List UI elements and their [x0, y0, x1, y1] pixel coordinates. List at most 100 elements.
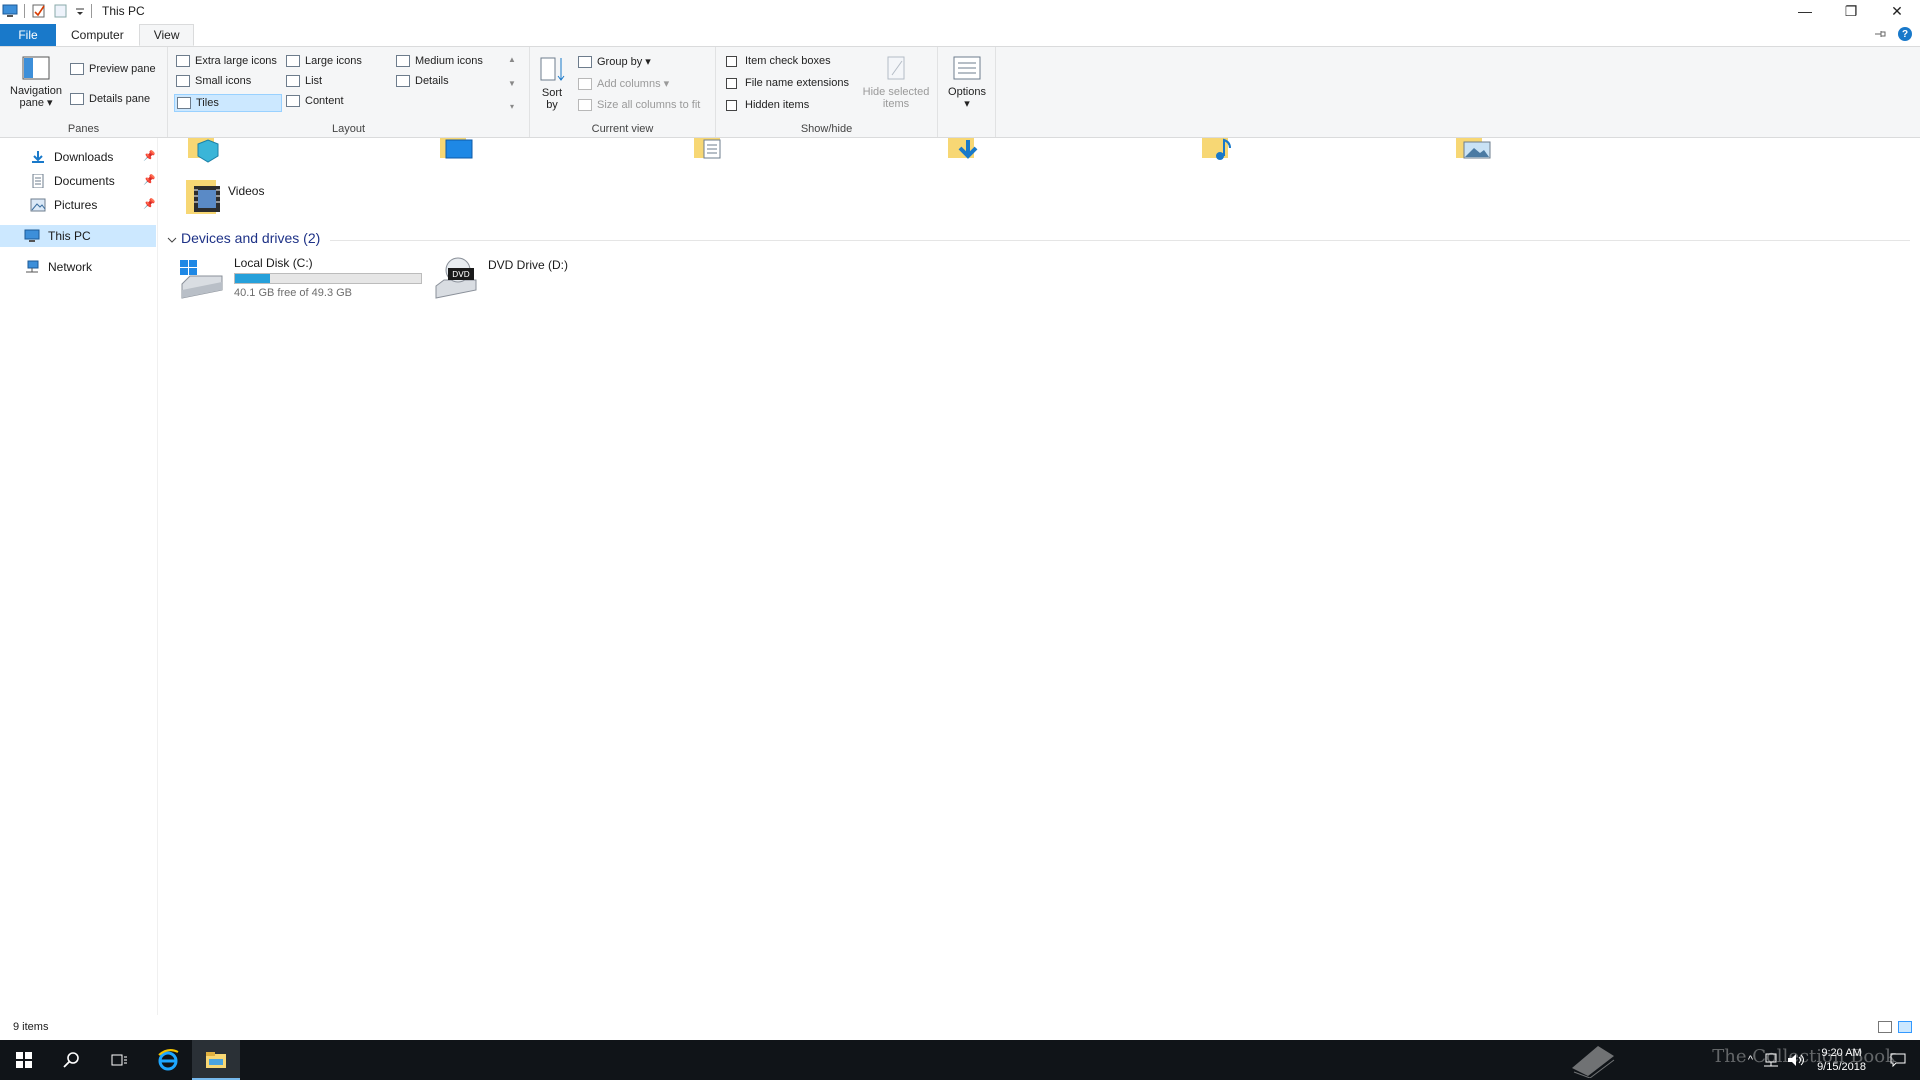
content-area: Videos Devices and drives (2) Local Disk…	[160, 138, 1920, 1015]
options-label: Options	[948, 86, 986, 98]
minimize-button[interactable]: —	[1782, 0, 1828, 22]
search-button[interactable]	[48, 1040, 96, 1080]
large-icons-view-icon[interactable]	[1898, 1021, 1912, 1033]
nav-item-pictures[interactable]: Pictures	[30, 194, 97, 216]
extra-large-icons-icon	[176, 55, 190, 67]
file-explorer-button[interactable]	[192, 1040, 240, 1080]
music-folder-icon[interactable]	[1200, 138, 1240, 164]
watermark-text: The Collection Book	[1712, 1046, 1896, 1067]
current-view-group: Sort by Group by ▾ Add columns ▾ Size al…	[530, 47, 716, 137]
this-pc-icon	[24, 229, 40, 242]
options-button[interactable]: Options ▾	[942, 55, 992, 110]
nav-item-documents[interactable]: Documents	[30, 170, 115, 192]
file-name-extensions-toggle[interactable]: File name extensions	[726, 77, 849, 89]
documents-folder-icon[interactable]	[692, 138, 732, 164]
help-icon[interactable]: ?	[1898, 27, 1912, 41]
preview-pane-label: Preview pane	[89, 63, 156, 75]
layout-content[interactable]: Content	[286, 95, 344, 107]
layout-details[interactable]: Details	[396, 75, 449, 87]
drive-c-usage-bar	[234, 273, 422, 284]
downloads-icon	[32, 151, 44, 163]
layout-medium-icons[interactable]: Medium icons	[396, 55, 483, 67]
small-icons-icon	[176, 75, 190, 87]
add-columns-button[interactable]: Add columns ▾	[578, 77, 669, 90]
layout-group-label: Layout	[331, 123, 366, 135]
nav-item-downloads[interactable]: Downloads	[30, 146, 113, 168]
properties-icon[interactable]	[31, 3, 47, 19]
preview-pane-button[interactable]: Preview pane	[70, 63, 156, 75]
scroll-up-icon[interactable]: ▲	[508, 55, 516, 64]
hidden-items-checkbox[interactable]	[726, 99, 737, 111]
details-view-icon[interactable]	[1878, 1021, 1892, 1033]
layout-tiles[interactable]: Tiles	[174, 94, 282, 112]
pin-icon[interactable]: 📌	[143, 199, 155, 210]
drive-c-usage-fill	[235, 274, 270, 283]
drive-c-name: Local Disk (C:)	[234, 256, 313, 270]
item-check-boxes-toggle[interactable]: Item check boxes	[726, 55, 831, 67]
toolbar-divider	[24, 4, 25, 18]
this-pc-icon[interactable]	[2, 3, 18, 19]
ribbon-extras: ?	[1874, 27, 1912, 41]
internet-explorer-icon	[158, 1049, 179, 1071]
details-pane-label: Details pane	[89, 93, 151, 105]
content-label: Content	[305, 95, 344, 107]
scroll-down-icon[interactable]: ▼	[508, 79, 516, 88]
layout-list[interactable]: List	[286, 75, 322, 87]
videos-folder-tile[interactable]: Videos	[184, 176, 264, 218]
file-name-extensions-checkbox[interactable]	[726, 77, 737, 89]
task-view-button[interactable]	[96, 1040, 144, 1080]
restore-button[interactable]: ❐	[1828, 0, 1874, 22]
dvd-drive-icon: DVD	[435, 257, 477, 299]
pictures-folder-icon[interactable]	[1454, 138, 1494, 164]
add-columns-icon	[578, 77, 592, 90]
hidden-items-toggle[interactable]: Hidden items	[726, 99, 809, 111]
section-title: Devices and drives (2)	[181, 230, 321, 246]
pin-icon[interactable]: 📌	[143, 175, 155, 186]
nav-item-this-pc[interactable]: This PC	[0, 225, 156, 247]
group-by-button[interactable]: Group by ▾	[578, 55, 651, 68]
collapse-chevron-icon[interactable]	[166, 234, 178, 246]
tab-view[interactable]: View	[138, 24, 195, 46]
pin-ribbon-icon[interactable]	[1874, 29, 1886, 39]
tab-file[interactable]: File	[0, 24, 56, 46]
desktop-folder-icon[interactable]	[438, 138, 478, 164]
size-columns-button[interactable]: Size all columns to fit	[578, 99, 700, 111]
sort-by-label: Sort by	[541, 87, 563, 111]
item-count: 9 items	[13, 1021, 49, 1033]
medium-icons-label: Medium icons	[415, 55, 483, 67]
drive-tile-d[interactable]: DVD DVD Drive (D:)	[432, 256, 568, 302]
devices-drives-header[interactable]: Devices and drives (2)	[181, 230, 320, 246]
details-pane-button[interactable]: Details pane	[70, 93, 150, 105]
nav-item-label: This PC	[48, 229, 91, 243]
drive-d-name: DVD Drive (D:)	[488, 258, 568, 272]
sort-by-icon	[540, 57, 565, 81]
hide-selected-items-label: Hide selected items	[862, 86, 930, 110]
layout-small-icons[interactable]: Small icons	[176, 75, 251, 87]
3d-objects-folder-icon[interactable]	[186, 138, 226, 164]
customize-qat-icon[interactable]	[75, 3, 85, 19]
layout-large-icons[interactable]: Large icons	[286, 55, 362, 67]
internet-explorer-button[interactable]	[144, 1040, 192, 1080]
preview-pane-icon	[70, 63, 84, 75]
title-bar: This PC — ❐ ✕	[0, 0, 1920, 22]
task-view-icon	[111, 1054, 127, 1066]
book-watermark-icon	[1571, 1046, 1615, 1078]
medium-icons-icon	[396, 55, 410, 67]
downloads-folder-icon[interactable]	[946, 138, 986, 164]
toolbar-divider	[91, 4, 92, 18]
layout-extra-large-icons[interactable]: Extra large icons	[176, 55, 277, 67]
sort-by-button[interactable]: Sort by	[536, 55, 568, 111]
item-check-boxes-checkbox[interactable]	[726, 55, 737, 67]
nav-item-network[interactable]: Network	[24, 256, 92, 278]
hide-selected-items-button[interactable]: Hide selected items	[858, 55, 934, 110]
start-button[interactable]	[0, 1040, 48, 1080]
layout-gallery-scroll[interactable]: ▲ ▼ ▾	[506, 55, 518, 111]
new-folder-icon[interactable]	[53, 3, 69, 19]
tab-computer[interactable]: Computer	[56, 24, 139, 46]
more-icon[interactable]: ▾	[510, 102, 514, 111]
navigation-pane-button[interactable]: Navigation pane ▾	[6, 55, 66, 109]
pin-icon[interactable]: 📌	[143, 151, 155, 162]
drive-tile-c[interactable]: Local Disk (C:) 40.1 GB free of 49.3 GB	[178, 256, 422, 302]
extra-large-icons-label: Extra large icons	[195, 55, 277, 67]
close-button[interactable]: ✕	[1874, 0, 1920, 22]
